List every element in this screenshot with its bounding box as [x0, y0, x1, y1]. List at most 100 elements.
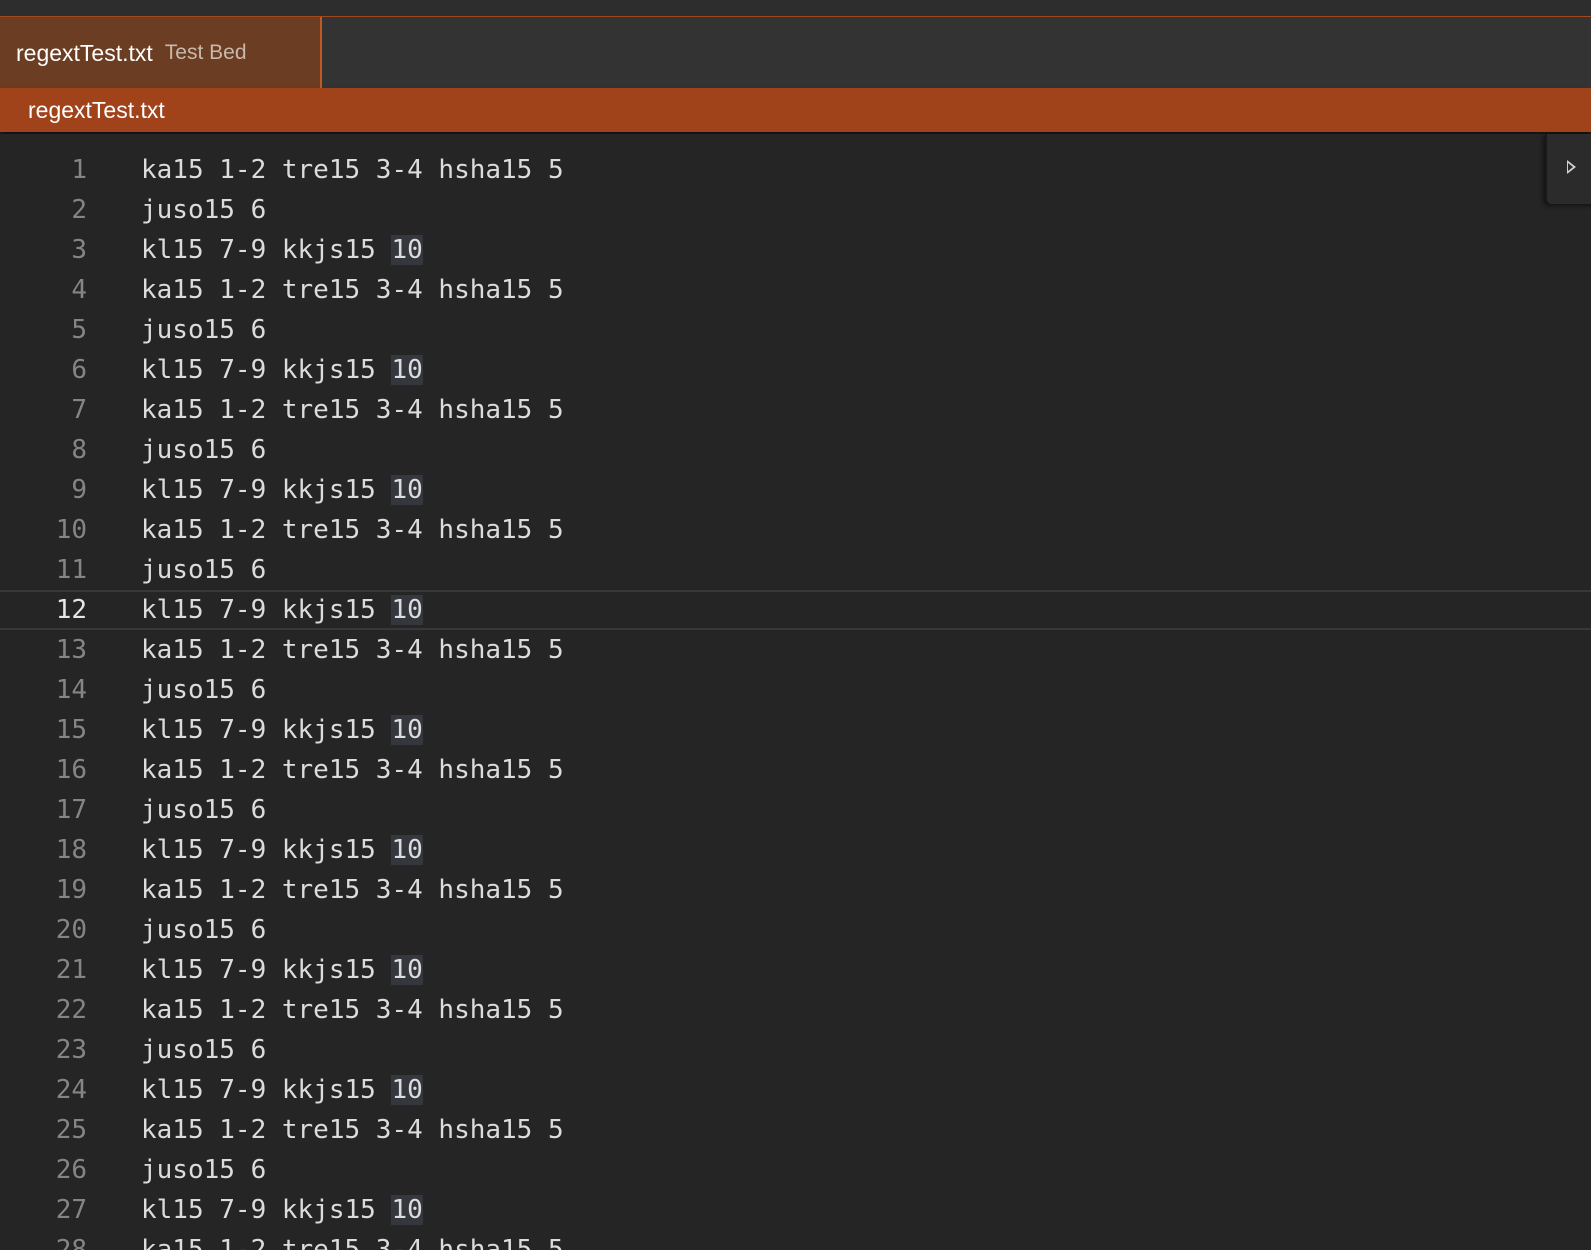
editor-line[interactable]: 1 ka15 1-2 tre15 3-4 hsha15 5: [0, 150, 1591, 190]
line-text-content: kl15 7-9 kkjs15: [141, 1195, 392, 1225]
editor-line[interactable]: 27 kl15 7-9 kkjs15 10: [0, 1190, 1591, 1230]
editor-line[interactable]: 26 juso15 6: [0, 1150, 1591, 1190]
line-number: 3: [71, 235, 87, 265]
line-number: 21: [55, 955, 87, 985]
line-number: 2: [71, 195, 87, 225]
line-text: ka15 1-2 tre15 3-4 hsha15 5: [141, 990, 564, 1030]
window-titlebar: [0, 0, 1591, 16]
tab-file-name: regextTest.txt: [16, 39, 153, 66]
line-number: 28: [55, 1235, 87, 1250]
breadcrumb[interactable]: regextTest.txt: [0, 88, 1591, 132]
line-text-content: kl15 7-9 kkjs15: [141, 1075, 392, 1105]
editor-line[interactable]: 19 ka15 1-2 tre15 3-4 hsha15 5: [0, 870, 1591, 910]
line-text: ka15 1-2 tre15 3-4 hsha15 5: [141, 870, 564, 910]
line-text: juso15 6: [141, 1150, 266, 1190]
editor-line[interactable]: 18 kl15 7-9 kkjs15 10: [0, 830, 1591, 870]
search-match-highlight: 10: [391, 475, 423, 505]
line-text-content: ka15 1-2 tre15 3-4 hsha15 5: [141, 875, 564, 905]
line-text: juso15 6: [141, 430, 266, 470]
editor-line[interactable]: 7 ka15 1-2 tre15 3-4 hsha15 5: [0, 390, 1591, 430]
editor-line[interactable]: 16 ka15 1-2 tre15 3-4 hsha15 5: [0, 750, 1591, 790]
editor-line[interactable]: 12 kl15 7-9 kkjs15 10: [0, 590, 1591, 630]
line-text-content: juso15 6: [141, 555, 267, 585]
line-text: juso15 6: [141, 1030, 266, 1070]
line-number: 15: [55, 715, 87, 745]
editor-line[interactable]: 8 juso15 6: [0, 430, 1591, 470]
line-text-content: kl15 7-9 kkjs15: [141, 475, 392, 505]
editor-line[interactable]: 24 kl15 7-9 kkjs15 10: [0, 1070, 1591, 1110]
editor-line[interactable]: 10 ka15 1-2 tre15 3-4 hsha15 5: [0, 510, 1591, 550]
line-text: kl15 7-9 kkjs15 10: [141, 830, 423, 870]
editor-line[interactable]: 11 juso15 6: [0, 550, 1591, 590]
line-text: ka15 1-2 tre15 3-4 hsha15 5: [141, 1230, 564, 1250]
line-text-content: kl15 7-9 kkjs15: [141, 955, 392, 985]
line-text: ka15 1-2 tre15 3-4 hsha15 5: [141, 270, 564, 310]
editor-line[interactable]: 4 ka15 1-2 tre15 3-4 hsha15 5: [0, 270, 1591, 310]
minimap-toggle-button[interactable]: [1545, 134, 1591, 204]
line-text: ka15 1-2 tre15 3-4 hsha15 5: [141, 390, 564, 430]
search-match-highlight: 10: [391, 355, 423, 385]
line-text-content: juso15 6: [141, 195, 267, 225]
editor-line[interactable]: 13 ka15 1-2 tre15 3-4 hsha15 5: [0, 630, 1591, 670]
search-match-highlight: 10: [391, 955, 423, 985]
line-number: 27: [55, 1195, 87, 1225]
line-text: ka15 1-2 tre15 3-4 hsha15 5: [141, 150, 564, 190]
line-text: ka15 1-2 tre15 3-4 hsha15 5: [141, 630, 564, 670]
line-number: 8: [71, 435, 87, 465]
editor-line[interactable]: 9 kl15 7-9 kkjs15 10: [0, 470, 1591, 510]
line-text-content: ka15 1-2 tre15 3-4 hsha15 5: [141, 635, 564, 665]
line-text-content: juso15 6: [141, 795, 267, 825]
line-text-content: juso15 6: [141, 1035, 267, 1065]
line-number: 18: [55, 835, 87, 865]
editor-line[interactable]: 15 kl15 7-9 kkjs15 10: [0, 710, 1591, 750]
editor-text-area[interactable]: 1 ka15 1-2 tre15 3-4 hsha15 5 2 juso15 6 3 kl…: [0, 134, 1591, 1250]
line-number: 16: [55, 755, 87, 785]
editor-line[interactable]: 3 kl15 7-9 kkjs15 10: [0, 230, 1591, 270]
line-text-content: juso15 6: [141, 315, 267, 345]
line-text-content: ka15 1-2 tre15 3-4 hsha15 5: [141, 1115, 564, 1145]
line-text-content: ka15 1-2 tre15 3-4 hsha15 5: [141, 995, 564, 1025]
editor-line[interactable]: 28 ka15 1-2 tre15 3-4 hsha15 5: [0, 1230, 1591, 1250]
line-text-content: ka15 1-2 tre15 3-4 hsha15 5: [141, 395, 564, 425]
line-text: juso15 6: [141, 910, 266, 950]
line-number: 12: [55, 595, 87, 625]
editor-line[interactable]: 14 juso15 6: [0, 670, 1591, 710]
line-text: juso15 6: [141, 790, 266, 830]
line-text-content: ka15 1-2 tre15 3-4 hsha15 5: [141, 1235, 564, 1250]
line-number: 10: [55, 515, 87, 545]
editor-line[interactable]: 6 kl15 7-9 kkjs15 10: [0, 350, 1591, 390]
editor-line[interactable]: 23 juso15 6: [0, 1030, 1591, 1070]
line-number: 9: [71, 475, 87, 505]
search-match-highlight: 10: [391, 595, 423, 625]
line-number: 25: [55, 1115, 87, 1145]
triangle-right-icon: [1567, 160, 1576, 174]
line-text: ka15 1-2 tre15 3-4 hsha15 5: [141, 510, 564, 550]
line-text-content: juso15 6: [141, 675, 267, 705]
editor-line[interactable]: 20 juso15 6: [0, 910, 1591, 950]
line-number: 22: [55, 995, 87, 1025]
line-text-content: kl15 7-9 kkjs15: [141, 235, 392, 265]
editor-line[interactable]: 21 kl15 7-9 kkjs15 10: [0, 950, 1591, 990]
editor-line[interactable]: 25 ka15 1-2 tre15 3-4 hsha15 5: [0, 1110, 1591, 1150]
line-text: ka15 1-2 tre15 3-4 hsha15 5: [141, 750, 564, 790]
line-text-content: ka15 1-2 tre15 3-4 hsha15 5: [141, 275, 564, 305]
line-number: 14: [55, 675, 87, 705]
editor-line[interactable]: 22 ka15 1-2 tre15 3-4 hsha15 5: [0, 990, 1591, 1030]
line-text-content: kl15 7-9 kkjs15: [141, 355, 392, 385]
line-text: kl15 7-9 kkjs15 10: [141, 350, 423, 390]
tab-regexttest[interactable]: regextTest.txt Test Bed: [0, 17, 322, 89]
editor-line[interactable]: 2 juso15 6: [0, 190, 1591, 230]
line-text: kl15 7-9 kkjs15 10: [141, 230, 423, 270]
line-text-content: ka15 1-2 tre15 3-4 hsha15 5: [141, 515, 564, 545]
editor-line[interactable]: 17 juso15 6: [0, 790, 1591, 830]
line-text-content: kl15 7-9 kkjs15: [141, 595, 392, 625]
tab-bar: regextTest.txt Test Bed: [0, 16, 1591, 89]
line-number: 17: [55, 795, 87, 825]
search-match-highlight: 10: [391, 835, 423, 865]
line-text: kl15 7-9 kkjs15 10: [141, 950, 423, 990]
editor-line[interactable]: 5 juso15 6: [0, 310, 1591, 350]
line-number: 23: [55, 1035, 87, 1065]
line-text: kl15 7-9 kkjs15 10: [141, 1190, 423, 1230]
search-match-highlight: 10: [391, 1195, 423, 1225]
line-number: 4: [71, 275, 87, 305]
